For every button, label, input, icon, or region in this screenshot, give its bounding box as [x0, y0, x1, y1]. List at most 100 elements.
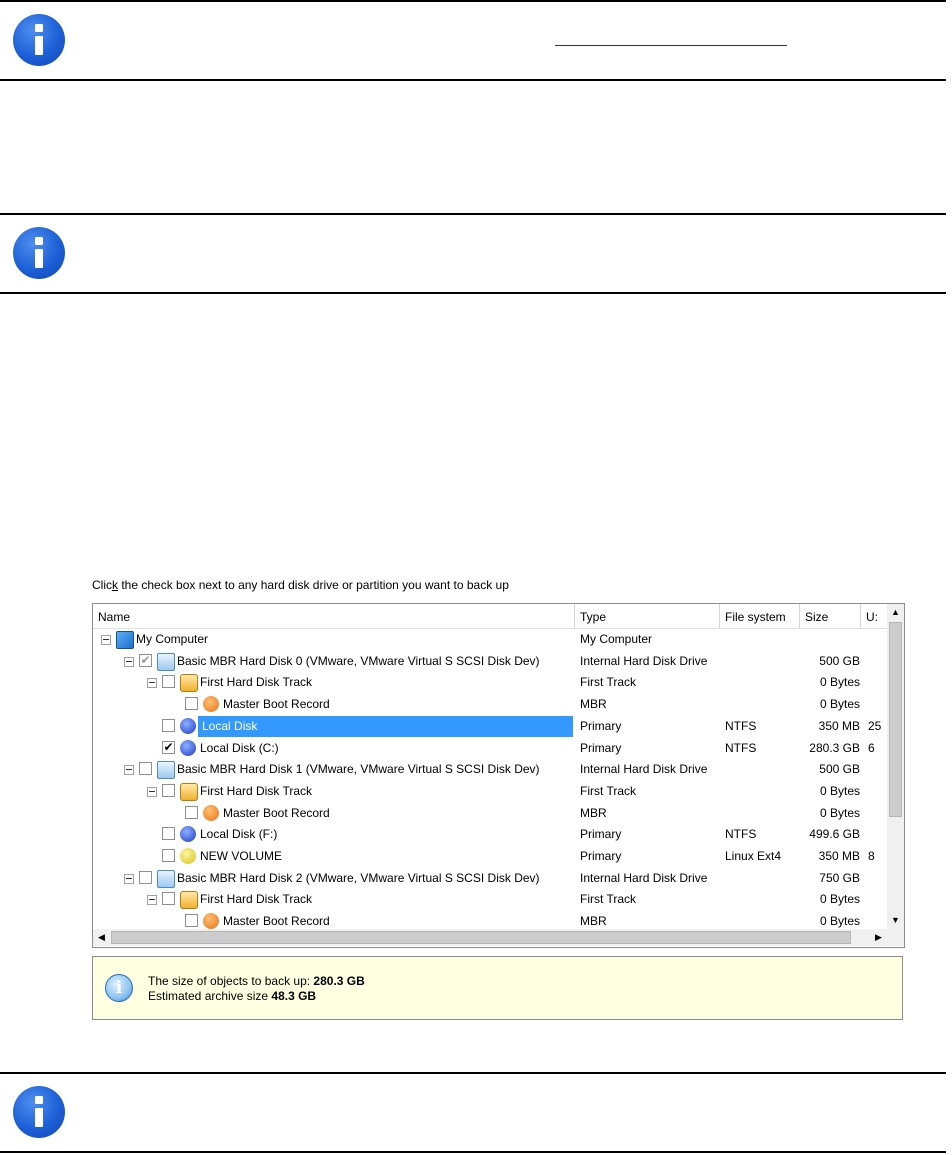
row-name: NEW VOLUME: [200, 849, 283, 863]
row-size: 0 Bytes: [819, 697, 860, 712]
select-checkbox[interactable]: [162, 892, 175, 906]
disk-tree-view[interactable]: Name Type File system Size U: My Compute…: [92, 603, 905, 948]
row-used: 6: [868, 740, 875, 755]
collapse-icon[interactable]: [147, 678, 157, 689]
column-name[interactable]: Name: [93, 604, 575, 628]
tree-row[interactable]: Master Boot Record MBR 0 Bytes: [93, 803, 887, 824]
select-checkbox[interactable]: ✔: [162, 740, 175, 754]
tree-row[interactable]: Local Disk Primary NTFS 350 MB 25: [93, 715, 887, 737]
row-type: MBR: [580, 805, 607, 820]
horizontal-scroll-thumb[interactable]: [111, 931, 851, 944]
tree-row[interactable]: First Hard Disk Track First Track 0 Bytes: [93, 889, 887, 910]
info-note-3: [0, 1072, 946, 1153]
row-size: 0 Bytes: [819, 675, 860, 690]
tree-row[interactable]: ✔ Basic MBR Hard Disk 0 (VMware, VMware V…: [93, 651, 887, 672]
select-checkbox[interactable]: [162, 783, 175, 797]
column-type[interactable]: Type: [575, 604, 720, 628]
column-used[interactable]: U:: [861, 604, 887, 628]
select-checkbox[interactable]: [162, 827, 175, 841]
select-checkbox[interactable]: [162, 675, 175, 689]
select-checkbox[interactable]: [185, 805, 198, 819]
row-name: Master Boot Record: [223, 805, 330, 820]
row-type: My Computer: [580, 632, 653, 646]
row-type: MBR: [580, 914, 607, 929]
row-size: 0 Bytes: [819, 892, 860, 907]
scroll-left-arrow-icon[interactable]: ◀: [93, 929, 110, 946]
row-size: 350 MB: [818, 849, 860, 863]
row-name: First Hard Disk Track: [200, 675, 313, 690]
row-type: Primary: [580, 827, 622, 842]
tree-row[interactable]: My Computer My Computer: [93, 629, 887, 650]
row-type: Internal Hard Disk Drive: [580, 762, 708, 777]
tree-row[interactable]: Basic MBR Hard Disk 1 (VMware, VMware Vi…: [93, 759, 887, 780]
row-file-system: NTFS: [725, 827, 757, 842]
disk-track-icon: [180, 674, 198, 693]
row-used: 8: [868, 849, 875, 863]
row-type: First Track: [580, 675, 636, 690]
hyperlink-underline[interactable]: [555, 45, 787, 46]
row-name: Local Disk (C:): [200, 740, 279, 755]
tree-row[interactable]: ✔ Local Disk (C:) Primary NTFS 280.3 GB 6: [93, 738, 887, 759]
row-size: 0 Bytes: [819, 783, 860, 798]
vertical-scrollbar[interactable]: ▲ ▼: [887, 604, 904, 929]
linux-volume-icon: [180, 848, 196, 864]
scroll-right-arrow-icon[interactable]: ▶: [870, 929, 887, 946]
tree-row[interactable]: Local Disk (F:) Primary NTFS 499.6 GB: [93, 824, 887, 845]
row-size: 280.3 GB: [809, 740, 860, 755]
row-size: 350 MB: [818, 718, 860, 733]
disk-track-icon: [180, 782, 198, 801]
backup-size-summary: i The size of objects to back up: 280.3 …: [92, 956, 903, 1020]
select-checkbox[interactable]: [185, 914, 198, 928]
select-checkbox[interactable]: [162, 718, 175, 732]
partition-icon: [180, 739, 196, 756]
row-file-system: NTFS: [725, 718, 757, 733]
row-name: Master Boot Record: [223, 914, 330, 929]
tree-row[interactable]: Basic MBR Hard Disk 2 (VMware, VMware Vi…: [93, 868, 887, 889]
column-file-system[interactable]: File system: [720, 604, 800, 628]
collapse-icon[interactable]: [147, 895, 157, 906]
row-type: Internal Hard Disk Drive: [580, 870, 708, 885]
computer-icon: [116, 631, 134, 649]
row-size: 0 Bytes: [819, 914, 860, 929]
row-size: 499.6 GB: [809, 827, 860, 842]
vertical-scroll-thumb[interactable]: [889, 622, 902, 817]
column-header: Name Type File system Size U:: [93, 604, 887, 629]
collapse-icon[interactable]: [124, 656, 134, 667]
row-size: 750 GB: [819, 870, 860, 885]
scroll-down-arrow-icon[interactable]: ▼: [887, 912, 904, 929]
column-size[interactable]: Size: [800, 604, 861, 628]
row-type: First Track: [580, 892, 636, 907]
tree-row[interactable]: Master Boot Record MBR 0 Bytes: [93, 911, 887, 929]
tree-row[interactable]: First Hard Disk Track First Track 0 Bytes: [93, 672, 887, 693]
row-size: 0 Bytes: [819, 805, 860, 820]
objects-size-line: The size of objects to back up: 280.3 GB: [148, 974, 365, 988]
collapse-icon[interactable]: [101, 635, 111, 645]
tree-row[interactable]: NEW VOLUME Primary Linux Ext4 350 MB 8: [93, 846, 887, 867]
row-type: Primary: [580, 740, 622, 755]
row-size: 500 GB: [819, 762, 860, 777]
row-type: First Track: [580, 783, 636, 798]
mbr-icon: [203, 913, 219, 929]
row-type: Primary: [580, 718, 622, 733]
info-note-2: [0, 213, 946, 294]
select-checkbox[interactable]: ✔: [139, 653, 152, 667]
scroll-up-arrow-icon[interactable]: ▲: [887, 604, 904, 621]
select-checkbox[interactable]: [162, 849, 175, 862]
select-checkbox[interactable]: [185, 697, 198, 711]
backup-instruction: Click the check box next to any hard dis…: [92, 578, 509, 592]
tree-row[interactable]: Master Boot Record MBR 0 Bytes: [93, 694, 887, 715]
row-name: My Computer: [136, 632, 209, 646]
tree-rows: My Computer My Computer ✔ Basic MBR Hard Di…: [93, 629, 887, 929]
horizontal-scrollbar[interactable]: ◀ ▶: [93, 929, 887, 946]
select-checkbox[interactable]: [139, 870, 152, 884]
info-icon: [13, 227, 65, 279]
select-checkbox[interactable]: [139, 762, 152, 776]
row-name: Basic MBR Hard Disk 2 (VMware, VMware Vi…: [177, 870, 540, 885]
info-note-1: [0, 0, 946, 81]
tree-row[interactable]: First Hard Disk Track First Track 0 Bytes: [93, 781, 887, 802]
collapse-icon[interactable]: [147, 786, 157, 797]
mbr-icon: [203, 696, 219, 713]
collapse-icon[interactable]: [124, 873, 134, 884]
hard-disk-icon: [157, 652, 175, 671]
collapse-icon[interactable]: [124, 765, 134, 776]
